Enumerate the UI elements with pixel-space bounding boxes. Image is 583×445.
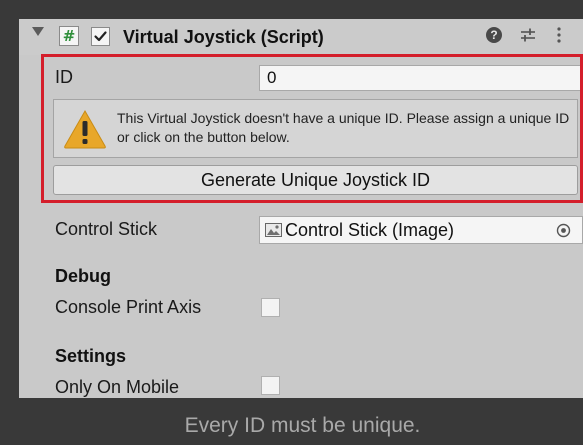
- inspector-panel: # Virtual Joystick (Script) ? ID 0 This …: [19, 19, 583, 398]
- preset-icon[interactable]: [518, 25, 538, 45]
- foldout-arrow-icon[interactable]: [32, 27, 44, 36]
- component-header[interactable]: # Virtual Joystick (Script) ?: [19, 19, 583, 55]
- kebab-menu-icon[interactable]: [553, 25, 565, 45]
- component-title: Virtual Joystick (Script): [123, 27, 324, 47]
- only-on-mobile-label: Only On Mobile: [55, 377, 180, 397]
- debug-header: Debug: [55, 266, 111, 286]
- only-on-mobile-checkbox[interactable]: [261, 376, 280, 395]
- image-icon: [265, 223, 282, 237]
- control-stick-label: Control Stick: [55, 219, 158, 239]
- object-picker-icon[interactable]: [556, 223, 571, 238]
- checkmark-icon: [94, 31, 107, 42]
- caption: Every ID must be unique.: [184, 414, 421, 437]
- console-print-axis-checkbox[interactable]: [261, 298, 280, 317]
- script-icon: #: [59, 26, 79, 46]
- highlight-outline: [41, 54, 583, 203]
- component-enable-checkbox[interactable]: [91, 27, 110, 46]
- control-stick-value: Control Stick (Image): [285, 220, 455, 240]
- console-print-axis-label: Console Print Axis: [55, 297, 202, 317]
- control-stick-object-field[interactable]: Control Stick (Image): [259, 216, 583, 244]
- help-icon[interactable]: ?: [486, 27, 502, 43]
- settings-header: Settings: [55, 346, 127, 366]
